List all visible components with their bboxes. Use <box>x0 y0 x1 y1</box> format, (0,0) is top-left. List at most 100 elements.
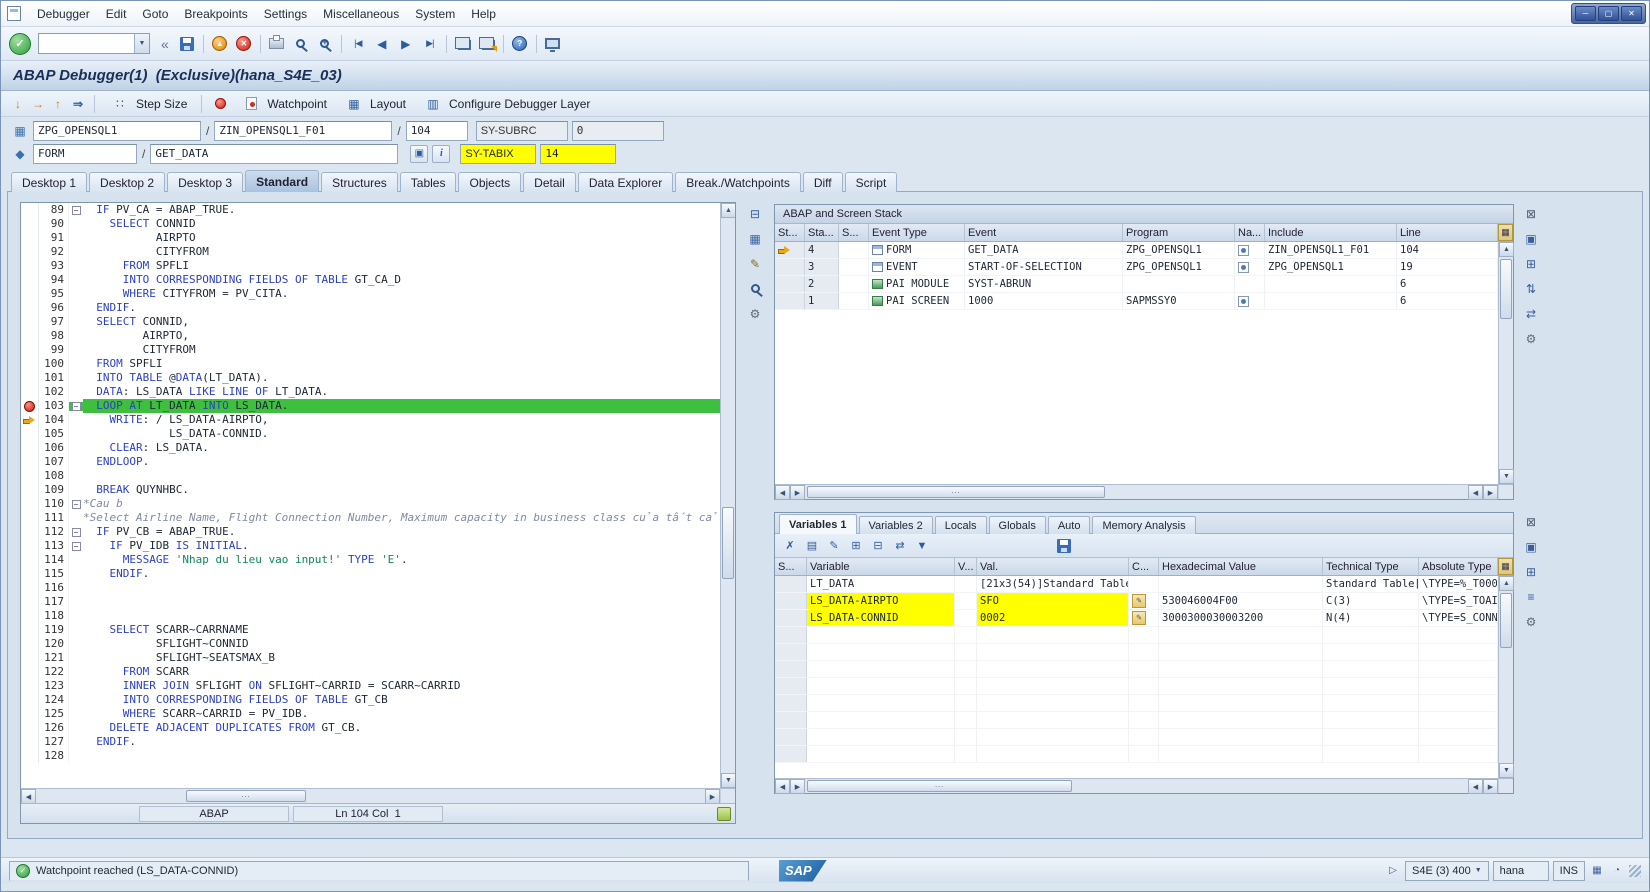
stack-row[interactable]: 3EVENTSTART-OF-SELECTIONZPG_OPENSQL1ZPG_… <box>775 259 1498 276</box>
variable-cell-value[interactable] <box>977 661 1129 677</box>
display-icon[interactable] <box>1238 245 1249 256</box>
variable-cell-name[interactable] <box>807 729 955 745</box>
services-icon[interactable]: ⚙ <box>1522 329 1541 348</box>
code-line[interactable]: 117 <box>21 595 720 609</box>
table-view-icon[interactable]: ▦ <box>746 229 765 248</box>
variable-cell-value[interactable] <box>977 627 1129 643</box>
code-line[interactable]: 91 AIRPTO <box>21 231 720 245</box>
close-tool-icon[interactable]: ⊠ <box>1522 512 1541 531</box>
button-configure-debugger-layer[interactable]: ▥Configure Debugger Layer <box>415 91 597 117</box>
variable-cell-name[interactable] <box>807 746 955 762</box>
detach-tool-icon[interactable]: ▣ <box>1522 229 1541 248</box>
button-step-size[interactable]: ∷Step Size <box>102 91 194 117</box>
code-line[interactable]: 121 SFLIGHT~SEATSMAX_B <box>21 651 720 665</box>
scroll-right-icon[interactable]: ▶ <box>1483 779 1498 794</box>
close-tool-icon[interactable]: ⊠ <box>1522 204 1541 223</box>
code-margin[interactable] <box>21 595 39 609</box>
fold-toggle-icon[interactable]: − <box>72 206 81 215</box>
tab-auto[interactable]: Auto <box>1048 516 1091 534</box>
services-icon[interactable]: ⚙ <box>746 304 765 323</box>
variable-cell-name[interactable] <box>807 627 955 643</box>
system-field[interactable]: S4E (3) 400 ▼ <box>1405 861 1489 881</box>
command-input[interactable] <box>39 34 134 53</box>
code-line[interactable]: 127 ENDIF. <box>21 735 720 749</box>
search-icon[interactable] <box>746 279 765 298</box>
tab-variables-2[interactable]: Variables 2 <box>859 516 933 534</box>
previous-page-icon[interactable]: ◀ <box>371 33 393 55</box>
scroll-down-icon[interactable]: ▼ <box>1499 469 1514 484</box>
code-margin[interactable] <box>21 245 39 259</box>
continue-icon[interactable]: ⇒ <box>69 95 87 113</box>
stack-horizontal-scrollbar[interactable]: ◀ ▶ ⋯ ◀ ▶ <box>775 484 1513 499</box>
find-next-icon[interactable] <box>314 33 336 55</box>
code-margin[interactable] <box>21 273 39 287</box>
code-margin[interactable] <box>21 735 39 749</box>
variable-row[interactable] <box>775 729 1498 746</box>
code-margin[interactable] <box>21 609 39 623</box>
include-field[interactable]: ZIN_OPENSQL1_F01 <box>214 121 392 141</box>
minimize-button[interactable]: ─ <box>1575 6 1596 21</box>
stack-column-header[interactable]: Include <box>1265 224 1397 241</box>
code-line[interactable]: 112− IF PV_CB = ABAP_TRUE. <box>21 525 720 539</box>
change-value-icon[interactable]: ✎ <box>1132 594 1146 608</box>
code-line[interactable]: 125 WHERE SCARR~CARRID = PV_IDB. <box>21 707 720 721</box>
info-button[interactable]: i <box>432 145 450 163</box>
tab-data-explorer[interactable]: Data Explorer <box>578 172 673 192</box>
detach-tool-icon[interactable]: ▣ <box>1522 537 1541 556</box>
variable-cell-name[interactable] <box>807 695 955 711</box>
variable-row[interactable] <box>775 661 1498 678</box>
code-line[interactable]: 109 BREAK QUYNHBC. <box>21 483 720 497</box>
command-dropdown-icon[interactable]: ▼ <box>134 34 149 53</box>
session-icon[interactable] <box>7 6 21 21</box>
menu-debugger[interactable]: Debugger <box>29 4 98 24</box>
code-line[interactable]: 118 <box>21 609 720 623</box>
code-line[interactable]: 106 CLEAR: LS_DATA. <box>21 441 720 455</box>
tab-detail[interactable]: Detail <box>523 172 576 192</box>
menu-system[interactable]: System <box>407 4 463 24</box>
breakpoint-icon[interactable] <box>24 401 35 412</box>
code-margin[interactable] <box>21 203 39 217</box>
code-margin[interactable] <box>21 749 39 763</box>
code-margin[interactable] <box>21 665 39 679</box>
code-line[interactable]: 108 <box>21 469 720 483</box>
code-margin[interactable] <box>21 329 39 343</box>
stack-column-header[interactable]: Event Type <box>869 224 965 241</box>
code-margin[interactable] <box>21 483 39 497</box>
fold-toggle-icon[interactable]: − <box>72 402 81 411</box>
code-line[interactable]: 120 SFLIGHT~CONNID <box>21 637 720 651</box>
code-line[interactable]: 126 DELETE ADJACENT DUPLICATES FROM GT_C… <box>21 721 720 735</box>
menu-settings[interactable]: Settings <box>256 4 315 24</box>
variable-cell-name[interactable] <box>807 678 955 694</box>
menu-edit[interactable]: Edit <box>98 4 135 24</box>
button-layout[interactable]: ▦Layout <box>336 91 413 117</box>
variable-row[interactable] <box>775 678 1498 695</box>
menu-breakpoints[interactable]: Breakpoints <box>176 4 255 24</box>
variable-cell-value[interactable] <box>977 678 1129 694</box>
code-vertical-scrollbar[interactable]: ▲ ▼ <box>720 203 735 788</box>
print-icon[interactable] <box>266 33 288 55</box>
code-margin[interactable] <box>21 231 39 245</box>
stack-column-header[interactable]: Program <box>1123 224 1235 241</box>
list-view-icon[interactable]: ≡ <box>1522 587 1541 606</box>
code-margin[interactable] <box>21 581 39 595</box>
code-margin[interactable] <box>21 315 39 329</box>
variable-cell-value[interactable]: 0002 <box>977 610 1129 626</box>
enter-icon[interactable]: ✓ <box>9 33 31 55</box>
cancel-icon[interactable]: ✕ <box>233 33 255 55</box>
resize-grip[interactable] <box>1629 865 1641 877</box>
display-table-icon[interactable]: ▤ <box>803 537 821 555</box>
watchpoint-icon[interactable] <box>240 93 262 115</box>
button-watchpoint[interactable]: Watchpoint <box>233 91 334 117</box>
variables-vertical-scrollbar[interactable]: ▲ ▼ <box>1498 576 1513 778</box>
code-margin[interactable] <box>21 371 39 385</box>
variable-cell-name[interactable] <box>807 712 955 728</box>
stack-column-header[interactable]: Event <box>965 224 1123 241</box>
help-icon[interactable]: ? <box>509 33 531 55</box>
tab-break-watchpoints[interactable]: Break./Watchpoints <box>675 172 801 192</box>
change-variable-icon[interactable]: ✎ <box>825 537 843 555</box>
menu-miscellaneous[interactable]: Miscellaneous <box>315 4 407 24</box>
stack-column-header[interactable]: Line <box>1397 224 1498 241</box>
display-icon[interactable] <box>1238 296 1249 307</box>
last-page-icon[interactable]: ▶| <box>419 33 441 55</box>
scroll-right-icon[interactable]: ▶ <box>790 485 805 500</box>
